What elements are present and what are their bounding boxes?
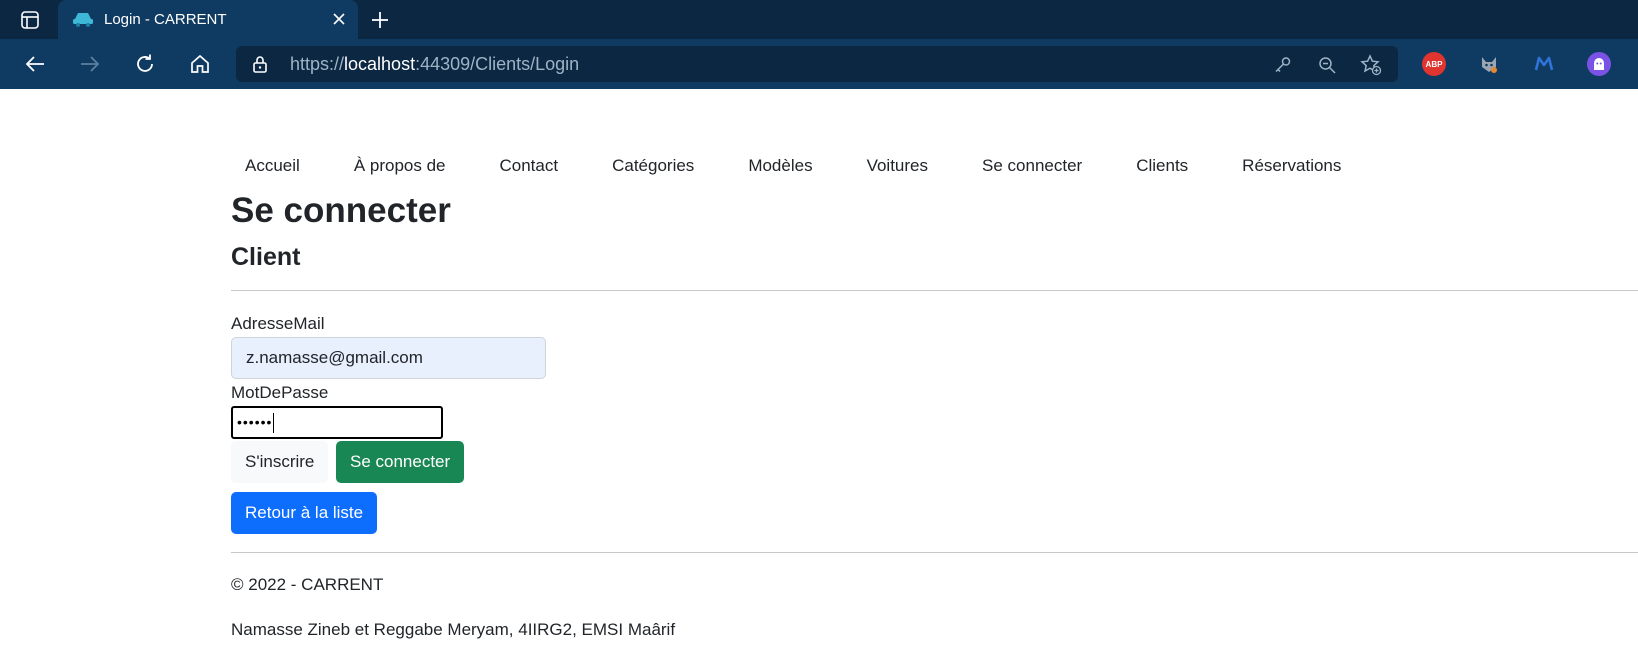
malwarebytes-icon[interactable] — [1532, 52, 1556, 76]
adblock-plus-icon[interactable]: ABP — [1422, 52, 1446, 76]
nav-link-clients[interactable]: Clients — [1136, 152, 1188, 182]
back-arrow-icon[interactable] — [20, 49, 50, 79]
footer-copyright: © 2022 - CARRENT — [231, 575, 384, 594]
key-icon[interactable] — [1272, 54, 1294, 76]
ghost-extension-icon[interactable] — [1587, 52, 1611, 76]
fox-extension-icon[interactable] — [1477, 52, 1501, 76]
lock-icon[interactable] — [250, 54, 270, 74]
zoom-out-icon[interactable] — [1316, 54, 1338, 76]
page-subtitle: Client — [231, 243, 301, 271]
text-caret — [273, 413, 275, 434]
address-bar[interactable]: https://localhost:44309/Clients/Login — [236, 46, 1398, 82]
password-label: MotDePasse — [231, 383, 329, 402]
url-scheme: https:// — [290, 54, 345, 74]
forward-arrow-icon[interactable] — [75, 49, 105, 79]
nav-link-reservations[interactable]: Réservations — [1242, 152, 1341, 182]
email-label: AdresseMail — [231, 314, 325, 333]
password-value: •••••• — [237, 414, 273, 430]
register-button[interactable]: S'inscrire — [231, 441, 329, 483]
tab-title: Login - CARRENT — [104, 11, 227, 28]
divider — [231, 290, 1638, 291]
nav-link-contact[interactable]: Contact — [500, 152, 559, 182]
nav-link-voitures[interactable]: Voitures — [867, 152, 928, 182]
browser-toolbar: https://localhost:44309/Clients/Login AB… — [0, 39, 1638, 89]
password-field[interactable]: •••••• — [231, 406, 443, 439]
close-tab-icon[interactable] — [328, 8, 350, 30]
adblock-label: ABP — [1425, 59, 1443, 69]
nav-link-se-connecter[interactable]: Se connecter — [982, 152, 1082, 182]
login-button[interactable]: Se connecter — [336, 441, 465, 483]
car-favicon-icon — [72, 10, 94, 28]
reload-icon[interactable] — [130, 49, 160, 79]
url-path: :44309/Clients/Login — [415, 54, 580, 74]
nav-link-categories[interactable]: Catégories — [612, 152, 694, 182]
page-title: Se connecter — [231, 191, 451, 230]
email-field[interactable]: z.namasse@gmail.com — [231, 337, 546, 379]
site-navbar: Accueil À propos de Contact Catégories M… — [231, 152, 1341, 182]
back-to-list-button[interactable]: Retour à la liste — [231, 492, 378, 534]
footer-divider — [231, 552, 1638, 553]
nav-link-modeles[interactable]: Modèles — [748, 152, 812, 182]
new-tab-plus-icon[interactable] — [367, 7, 393, 33]
nav-link-a-propos[interactable]: À propos de — [354, 152, 446, 182]
browser-tab-bar: Login - CARRENT — [0, 0, 1638, 39]
footer-authors: Namasse Zineb et Reggabe Meryam, 4IIRG2,… — [231, 620, 676, 639]
nav-link-accueil[interactable]: Accueil — [245, 152, 300, 182]
browser-tab-active[interactable]: Login - CARRENT — [58, 0, 358, 39]
home-icon[interactable] — [185, 49, 215, 79]
tab-actions-icon[interactable] — [14, 8, 46, 32]
url-host: localhost — [344, 54, 416, 74]
add-favorite-star-icon[interactable] — [1360, 54, 1382, 76]
url-text[interactable]: https://localhost:44309/Clients/Login — [290, 46, 579, 82]
